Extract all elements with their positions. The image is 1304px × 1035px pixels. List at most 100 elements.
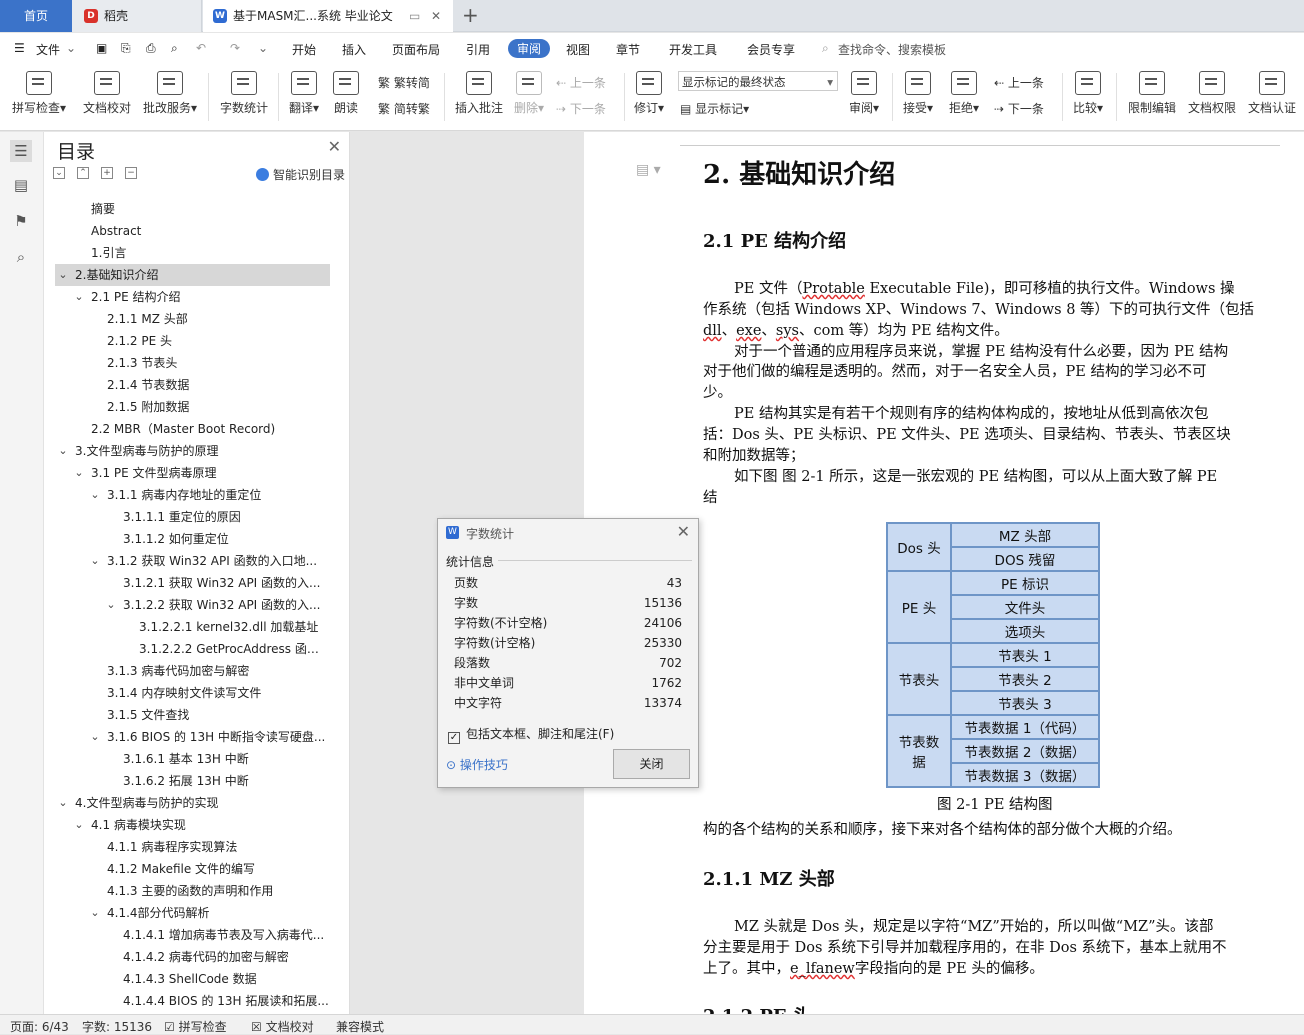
tab-home[interactable]: 首页 bbox=[0, 0, 72, 32]
redo-icon[interactable]: ↷ bbox=[230, 41, 240, 55]
spell-check-button[interactable]: 拼写检查▾ bbox=[8, 69, 70, 125]
restrict-editing-button[interactable]: 限制编辑 bbox=[1124, 69, 1180, 125]
smart-toc-button[interactable]: 智能识别目录 bbox=[255, 166, 345, 183]
proofread-status[interactable]: ☒ 文档校对 bbox=[251, 1018, 314, 1035]
toc-item[interactable]: ⌄ 2.1 PE 结构介绍 bbox=[55, 286, 330, 308]
close-icon[interactable]: ✕ bbox=[677, 522, 690, 541]
toc-item[interactable]: ⌄ 3.1.2 获取 Win32 API 函数的入口地... bbox=[55, 550, 330, 572]
translate-button[interactable]: 翻译▾ bbox=[284, 69, 324, 125]
menu-dev-tools[interactable]: 开发工具 bbox=[669, 41, 717, 58]
close-button[interactable]: 关闭 bbox=[613, 749, 690, 779]
toc-panel-icon[interactable]: ☰ bbox=[10, 140, 32, 162]
chevron-down-icon[interactable]: ⌄ bbox=[57, 440, 69, 462]
toc-item[interactable]: 4.1.1 病毒程序实现算法 bbox=[55, 836, 330, 858]
read-aloud-button[interactable]: 朗读 bbox=[328, 69, 364, 125]
collapse-icon[interactable]: ⌄ bbox=[53, 167, 65, 179]
toc-item[interactable]: ⌄ 3.1.2.2 获取 Win32 API 函数的入... bbox=[55, 594, 330, 616]
toc-item[interactable]: 3.1.6.2 拓展 13H 中断 bbox=[55, 770, 330, 792]
toc-item[interactable]: 4.1.4.4 BIOS 的 13H 拓展读和拓展... bbox=[55, 990, 330, 1012]
toc-item[interactable]: 4.1.4.1 增加病毒节表及写入病毒代... bbox=[55, 924, 330, 946]
chevron-down-icon[interactable]: ⌄ bbox=[89, 484, 101, 506]
tips-link[interactable]: ⊙ 操作技巧 bbox=[446, 756, 508, 773]
toc-item[interactable]: 2.1.3 节表头 bbox=[55, 352, 330, 374]
toc-item[interactable]: 4.1.4.2 病毒代码的加密与解密 bbox=[55, 946, 330, 968]
undo-icon[interactable]: ↶ bbox=[196, 41, 206, 55]
chevron-down-icon[interactable]: ⌄ bbox=[57, 264, 69, 286]
accept-button[interactable]: 接受▾ bbox=[898, 69, 938, 125]
print-icon[interactable]: ⎙ bbox=[146, 41, 156, 56]
toc-item[interactable]: 1.引言 bbox=[55, 242, 330, 264]
chevron-down-icon[interactable]: ⌄ bbox=[89, 726, 101, 748]
chevron-down-icon[interactable]: ⌄ bbox=[57, 792, 69, 814]
tab-close-icon[interactable]: ✕ bbox=[431, 0, 441, 32]
markup-state-select[interactable]: 显示标记的最终状态 ▾ bbox=[678, 71, 838, 91]
find-icon[interactable]: ⌕ bbox=[10, 246, 32, 268]
toc-item[interactable]: 3.1.2.2.1 kernel32.dll 加载基址 bbox=[55, 616, 330, 638]
toc-item[interactable]: 2.2 MBR（Master Boot Record) bbox=[55, 418, 330, 440]
tab-document[interactable]: W 基于MASM汇...系统 毕业论文 ▭ ✕ bbox=[203, 0, 453, 32]
proofread-button[interactable]: 文档校对 bbox=[78, 69, 136, 125]
toc-item[interactable]: 3.1.1.1 重定位的原因 bbox=[55, 506, 330, 528]
review-pane-button[interactable]: 审阅▾ bbox=[844, 69, 884, 125]
toc-item[interactable]: 3.1.2.2.2 GetProcAddress 函数... bbox=[55, 638, 330, 660]
toc-item[interactable]: 3.1.5 文件查找 bbox=[55, 704, 330, 726]
compare-button[interactable]: 比较▾ bbox=[1068, 69, 1108, 125]
menu-chapter[interactable]: 章节 bbox=[616, 41, 640, 58]
document-certify-button[interactable]: 文档认证 bbox=[1244, 69, 1300, 125]
export-icon[interactable]: ⎘ bbox=[121, 41, 131, 56]
toc-item[interactable]: ⌄ 3.1.6 BIOS 的 13H 中断指令读写硬盘... bbox=[55, 726, 330, 748]
preview-icon[interactable]: ⌕ bbox=[171, 41, 178, 56]
menu-view[interactable]: 视图 bbox=[566, 41, 590, 58]
chevron-down-icon[interactable]: ⌄ bbox=[73, 462, 85, 484]
spell-check-status[interactable]: ☑ 拼写检查 bbox=[164, 1018, 227, 1035]
toc-item[interactable]: 4.1.2 Makefile 文件的编写 bbox=[55, 858, 330, 880]
toc-item[interactable]: 2.1.2 PE 头 bbox=[55, 330, 330, 352]
toc-item[interactable]: 3.1.2.1 获取 Win32 API 函数的入... bbox=[55, 572, 330, 594]
include-textbox-checkbox[interactable]: ✓ 包括文本框、脚注和尾注(F) bbox=[448, 725, 614, 744]
next-comment-button[interactable]: ⇢ 下一条 bbox=[556, 99, 606, 119]
chevron-down-icon[interactable]: ⌄ bbox=[73, 286, 85, 308]
menu-review[interactable]: 审阅 bbox=[508, 39, 551, 58]
toc-item[interactable]: 3.1.6.1 基本 13H 中断 bbox=[55, 748, 330, 770]
toc-item[interactable]: ⌄ 3.1.1 病毒内存地址的重定位 bbox=[55, 484, 330, 506]
toc-item[interactable]: 2.1.1 MZ 头部 bbox=[55, 308, 330, 330]
menu-hamburger-icon[interactable]: ☰ bbox=[14, 41, 25, 55]
toc-item[interactable]: ⌄ 4.1 病毒模块实现 bbox=[55, 814, 330, 836]
toc-item[interactable]: ⌄ 4.文件型病毒与防护的实现 bbox=[55, 792, 330, 814]
toc-item[interactable]: 3.1.3 病毒代码加密与解密 bbox=[55, 660, 330, 682]
toc-item[interactable]: 摘要 bbox=[55, 198, 330, 220]
chevron-down-icon[interactable]: ⌄ bbox=[89, 902, 101, 924]
chapter-nav-icon[interactable]: ▤ bbox=[10, 174, 32, 196]
delete-comment-button[interactable]: 删除▾ bbox=[510, 69, 548, 125]
expand-up-icon[interactable]: ⌃ bbox=[77, 167, 89, 179]
file-dropdown-icon[interactable]: ⌄ bbox=[66, 41, 76, 55]
command-search-input[interactable]: 查找命令、搜索模板 bbox=[838, 41, 946, 58]
show-markup-button[interactable]: ▤ 显示标记▾ bbox=[680, 99, 749, 119]
next-change-button[interactable]: ⇢ 下一条 bbox=[994, 99, 1044, 119]
menu-insert[interactable]: 插入 bbox=[342, 41, 366, 58]
word-count-button[interactable]: 字数统计 bbox=[216, 69, 272, 125]
page-options-icon[interactable]: ▤ ▾ bbox=[636, 162, 661, 178]
remove-icon[interactable]: − bbox=[125, 167, 137, 179]
page-indicator[interactable]: 页面: 6/43 bbox=[10, 1018, 69, 1035]
toc-item[interactable]: 3.1.1.2 如何重定位 bbox=[55, 528, 330, 550]
close-icon[interactable]: ✕ bbox=[328, 137, 341, 156]
toc-item[interactable]: 4.1.4.3 ShellCode 数据 bbox=[55, 968, 330, 990]
insert-comment-button[interactable]: 插入批注 bbox=[450, 69, 508, 125]
search-icon[interactable]: ⌕ bbox=[822, 41, 829, 56]
chevron-down-icon[interactable]: ⌄ bbox=[73, 814, 85, 836]
track-changes-button[interactable]: 修订▾ bbox=[630, 69, 668, 125]
toc-item[interactable]: ⌄ 2.基础知识介绍 bbox=[55, 264, 330, 286]
toc-item[interactable]: ⌄ 3.文件型病毒与防护的原理 bbox=[55, 440, 330, 462]
toc-item[interactable]: 2.1.4 节表数据 bbox=[55, 374, 330, 396]
bookmark-icon[interactable]: ⚑ bbox=[10, 210, 32, 232]
tab-daoke[interactable]: D 稻壳 bbox=[72, 0, 202, 32]
save-icon[interactable]: ▣ bbox=[96, 41, 107, 55]
new-tab-icon[interactable]: + bbox=[462, 3, 479, 27]
toc-item[interactable]: 2.1.5 附加数据 bbox=[55, 396, 330, 418]
toc-item[interactable]: ⌄ 3.1 PE 文件型病毒原理 bbox=[55, 462, 330, 484]
menu-layout[interactable]: 页面布局 bbox=[392, 41, 440, 58]
annotate-service-button[interactable]: 批改服务▾ bbox=[140, 69, 200, 125]
toc-item[interactable]: Abstract bbox=[55, 220, 330, 242]
toc-item[interactable]: 3.1.4 内存映射文件读写文件 bbox=[55, 682, 330, 704]
